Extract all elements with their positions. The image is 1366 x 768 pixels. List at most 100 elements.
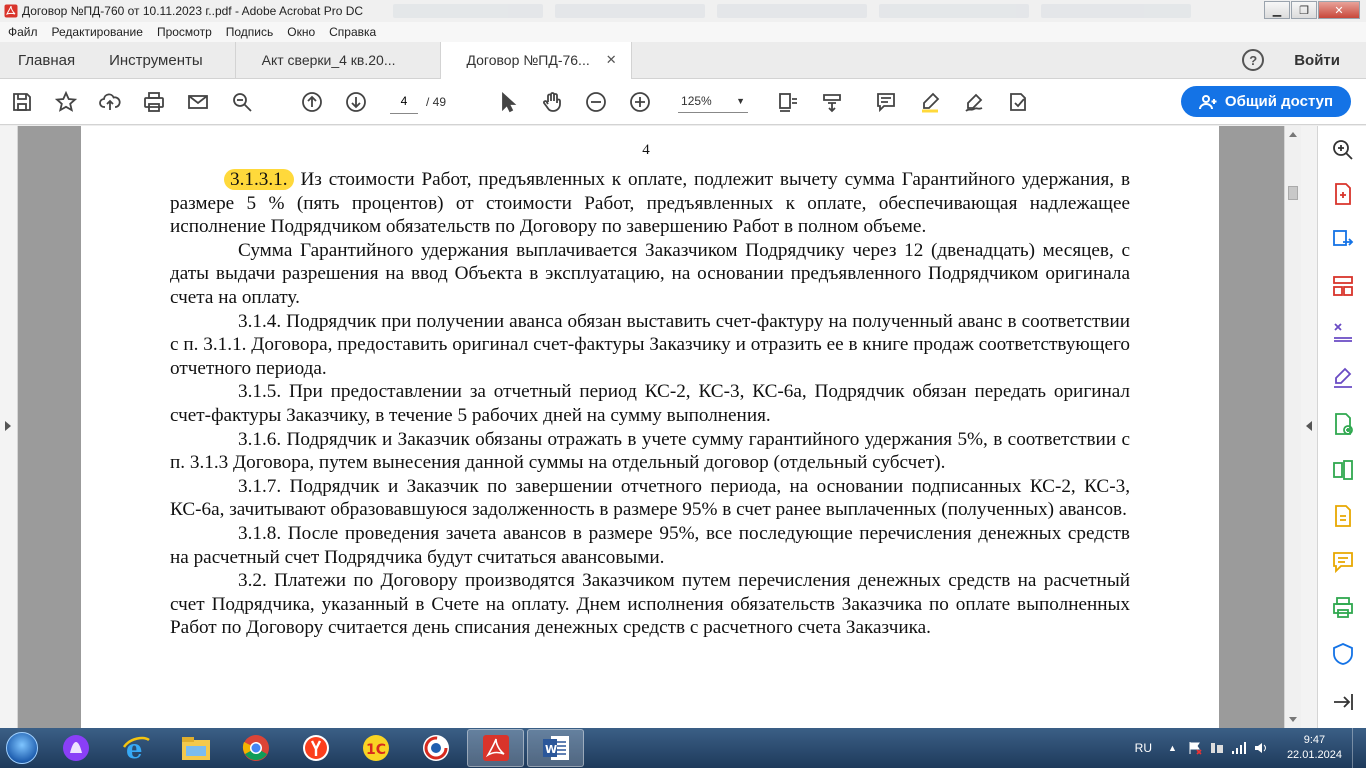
- star-icon[interactable]: [44, 79, 88, 125]
- comment-icon[interactable]: [864, 79, 908, 125]
- start-button[interactable]: [0, 728, 44, 768]
- chevron-right-icon: [5, 421, 11, 431]
- compare-icon[interactable]: [1331, 320, 1355, 344]
- email-icon[interactable]: [176, 79, 220, 125]
- edit-pdf-icon[interactable]: [1331, 412, 1355, 436]
- tab-document-act[interactable]: Акт сверки_4 кв.20...: [234, 41, 440, 79]
- clock-date: 22.01.2024: [1286, 749, 1342, 761]
- zoom-tool-icon[interactable]: [1331, 138, 1355, 162]
- menu-file[interactable]: Файл: [8, 25, 38, 39]
- document-text: 3.1.3.1. Из стоимости Работ, предъявленн…: [170, 168, 1130, 640]
- taskbar-acrobat[interactable]: [467, 729, 524, 767]
- window-controls: ▁ ❐ ✕: [1263, 1, 1360, 19]
- select-cursor-icon[interactable]: [486, 79, 530, 125]
- comment-bubble-icon[interactable]: [1331, 550, 1355, 574]
- page-up-icon[interactable]: [290, 79, 334, 125]
- vertical-scrollbar[interactable]: [1284, 126, 1301, 728]
- tab-bar: Главная Инструменты Акт сверки_4 кв.20..…: [0, 41, 1366, 79]
- help-icon[interactable]: ?: [1242, 49, 1265, 71]
- zoom-select[interactable]: 125% ▼: [678, 91, 749, 113]
- share-button[interactable]: Общий доступ: [1181, 86, 1351, 117]
- hand-tool-icon[interactable]: [530, 79, 574, 125]
- clock[interactable]: 9:47 22.01.2024: [1287, 733, 1342, 763]
- paragraph: 3.1.8. После проведения зачета авансов в…: [170, 522, 1130, 568]
- highlighted-clause[interactable]: 3.1.3.1.: [224, 169, 294, 190]
- network-signal-icon[interactable]: [1231, 741, 1247, 755]
- window-titlebar: Договор №ПД-760 от 10.11.2023 г..pdf - A…: [0, 0, 1366, 22]
- page-down-icon[interactable]: [334, 79, 378, 125]
- fit-page-icon[interactable]: [766, 79, 810, 125]
- tray-expand-icon[interactable]: ▲: [1168, 743, 1177, 753]
- paragraph: 3.2. Платежи по Договору производятся За…: [170, 570, 1130, 639]
- taskbar-ccleaner[interactable]: [407, 729, 464, 767]
- windows-logo-icon: [6, 732, 38, 764]
- taskbar-word[interactable]: W: [527, 729, 584, 767]
- zoom-value: 125%: [681, 94, 712, 108]
- window-title: Договор №ПД-760 от 10.11.2023 г..pdf - A…: [22, 4, 364, 18]
- left-panel-toggle[interactable]: [0, 126, 18, 728]
- minimize-button[interactable]: ▁: [1264, 1, 1290, 19]
- comment-file-icon[interactable]: [1331, 504, 1355, 528]
- organize-pages-icon[interactable]: [1331, 274, 1355, 298]
- scroll-down-icon[interactable]: [1289, 717, 1297, 722]
- taskbar-chrome[interactable]: [227, 729, 284, 767]
- protect-icon[interactable]: [1331, 642, 1355, 666]
- export-excel-icon[interactable]: [1331, 458, 1355, 482]
- language-indicator[interactable]: RU: [1135, 741, 1152, 755]
- scroll-mode-icon[interactable]: [810, 79, 854, 125]
- paragraph: 3.1.4. Подрядчик при получении аванса об…: [170, 310, 1130, 379]
- zoom-in-icon[interactable]: [618, 79, 662, 125]
- tab-tools[interactable]: Инструменты: [91, 52, 235, 69]
- taskbar-alice[interactable]: [47, 729, 104, 767]
- taskbar-yandex[interactable]: [287, 729, 344, 767]
- acrobat-app-icon: [4, 4, 18, 18]
- taskbar-internet-explorer[interactable]: e: [107, 729, 164, 767]
- page-number-value: 4: [642, 142, 650, 158]
- tab-home[interactable]: Главная: [0, 52, 91, 69]
- taskbar-file-explorer[interactable]: [167, 729, 224, 767]
- redact-icon[interactable]: [996, 79, 1040, 125]
- tools-pane: [1317, 126, 1366, 728]
- chevron-left-icon: [1306, 421, 1312, 431]
- print-production-icon[interactable]: [1331, 596, 1355, 620]
- svg-text:1С: 1С: [366, 742, 386, 758]
- scroll-up-icon[interactable]: [1289, 132, 1297, 137]
- paragraph: Из стоимости Работ, предъявленных к опла…: [170, 169, 1131, 238]
- close-window-button[interactable]: ✕: [1318, 1, 1360, 19]
- device-icon[interactable]: [1209, 741, 1225, 755]
- page-total: / 49: [426, 94, 447, 109]
- page-number-input[interactable]: [390, 89, 418, 114]
- more-tools-icon[interactable]: [1331, 690, 1355, 714]
- scroll-thumb[interactable]: [1288, 186, 1298, 200]
- volume-icon[interactable]: [1253, 741, 1269, 755]
- menu-help[interactable]: Справка: [329, 25, 376, 39]
- menu-window[interactable]: Окно: [287, 25, 315, 39]
- close-tab-icon[interactable]: ✕: [606, 52, 617, 68]
- system-tray: RU ▲ 9:47 22.01.2024: [1135, 728, 1366, 768]
- right-panel-toggle[interactable]: [1301, 126, 1317, 728]
- menu-edit[interactable]: Редактирование: [52, 25, 143, 39]
- taskbar-1c[interactable]: 1С: [347, 729, 404, 767]
- show-desktop-button[interactable]: [1352, 728, 1366, 768]
- signin-button[interactable]: Войти: [1294, 52, 1340, 69]
- highlight-pen-icon[interactable]: [908, 79, 952, 125]
- print-icon[interactable]: [132, 79, 176, 125]
- zoom-out-icon[interactable]: [574, 79, 618, 125]
- menu-sign[interactable]: Подпись: [226, 25, 274, 39]
- tab-document-contract[interactable]: Договор №ПД-76... ✕: [439, 41, 632, 79]
- action-center-flag-icon[interactable]: [1187, 741, 1203, 755]
- menu-view[interactable]: Просмотр: [157, 25, 212, 39]
- search-icon[interactable]: [220, 79, 264, 125]
- create-pdf-icon[interactable]: [1331, 182, 1355, 206]
- fill-sign-icon[interactable]: [1331, 366, 1355, 390]
- save-icon[interactable]: [0, 79, 44, 125]
- restore-button[interactable]: ❐: [1291, 1, 1317, 19]
- paragraph: 3.1.7. Подрядчик и Заказчик по завершени…: [170, 475, 1130, 521]
- export-pdf-icon[interactable]: [1331, 228, 1355, 252]
- clock-time: 9:47: [1303, 734, 1326, 746]
- pdf-page: 4 3.1.3.1. Из стоимости Работ, предъявле…: [81, 126, 1219, 728]
- paragraph: 3.1.6. Подрядчик и Заказчик обязаны отра…: [170, 428, 1130, 474]
- document-view[interactable]: 4 3.1.3.1. Из стоимости Работ, предъявле…: [18, 126, 1284, 728]
- sign-icon[interactable]: [952, 79, 996, 125]
- upload-cloud-icon[interactable]: [88, 79, 132, 125]
